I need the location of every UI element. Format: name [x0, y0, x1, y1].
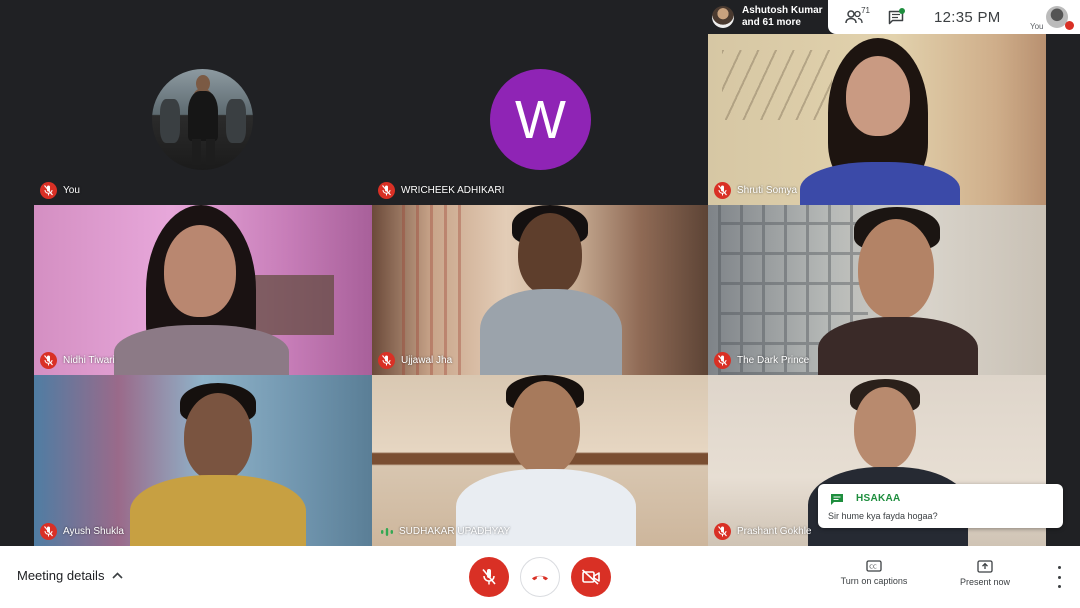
- mic-off-icon: [714, 352, 731, 369]
- tile-name-label: Shruti Somya: [714, 182, 797, 199]
- presenter-more: and 61 more: [742, 17, 801, 28]
- participant-tile-shruti[interactable]: Shruti Somya: [708, 34, 1046, 205]
- presenter-avatar: [712, 6, 734, 28]
- self-label: You: [1030, 22, 1044, 31]
- present-label: Present now: [959, 577, 1011, 587]
- mic-off-icon: [714, 182, 731, 199]
- chat-button[interactable]: [880, 1, 912, 33]
- present-icon: [977, 560, 993, 573]
- presenter-name: Ashutosh Kumar: [742, 5, 823, 16]
- more-vert-icon: [1057, 566, 1061, 569]
- participant-name: You: [63, 185, 80, 196]
- tile-name-label: The Dark Prince: [714, 352, 809, 369]
- meeting-details-button[interactable]: Meeting details: [17, 568, 124, 583]
- tile-name-label: Nidhi Tiwari: [40, 352, 115, 369]
- meeting-details-label: Meeting details: [17, 568, 105, 583]
- mic-toggle-button[interactable]: [469, 557, 509, 597]
- audio-level-icon: [378, 523, 395, 540]
- participant-tile-you[interactable]: You: [34, 34, 372, 205]
- participant-name: Shruti Somya: [737, 185, 798, 196]
- clock: 12:35 PM: [934, 8, 1001, 26]
- mic-off-icon: [482, 568, 496, 585]
- present-now-button[interactable]: Present now: [940, 560, 1030, 587]
- chat-message-text: Sir hume kya fayda hogaa?: [828, 511, 938, 521]
- svg-text:CC: CC: [869, 565, 877, 571]
- participant-name: Prashant Gokhle: [737, 526, 812, 537]
- tile-name-label: WRICHEEK ADHIKARI: [378, 182, 504, 199]
- chat-sender: HSAKAA: [856, 493, 901, 504]
- participant-tile-ayush[interactable]: Ayush Shukla: [34, 375, 372, 546]
- bottom-control-bar: Meeting details CC Turn on captions Pres…: [0, 546, 1080, 608]
- mic-off-icon: [714, 523, 731, 540]
- mic-off-icon: [378, 182, 395, 199]
- self-view-button[interactable]: You: [1026, 2, 1078, 32]
- captions-icon: CC: [866, 560, 882, 572]
- tile-name-label: You: [40, 182, 80, 199]
- letter-avatar: W: [490, 69, 591, 170]
- hangup-icon: [532, 575, 548, 581]
- mic-off-icon: [378, 352, 395, 369]
- chat-message-toast[interactable]: HSAKAA Sir hume kya fayda hogaa?: [818, 484, 1063, 528]
- presenter-indicator: Ashutosh Kumar and 61 more: [706, 0, 828, 34]
- tile-name-label: SUDHAKAR UPADHYAY: [378, 523, 510, 540]
- mic-off-icon: [40, 352, 57, 369]
- presenter-names: Ashutosh Kumar and 61 more: [742, 5, 823, 29]
- captions-label: Turn on captions: [840, 576, 908, 586]
- participant-tile-dark-prince[interactable]: The Dark Prince: [708, 205, 1046, 375]
- participant-avatar: [152, 69, 253, 170]
- tile-name-label: Prashant Gokhle: [714, 523, 812, 540]
- participant-name: The Dark Prince: [737, 355, 810, 366]
- participant-tile-wricheek[interactable]: W WRICHEEK ADHIKARI: [372, 34, 708, 205]
- chat-unread-dot: [899, 8, 905, 14]
- meeting-toolbar: 71 12:35 PM You: [828, 0, 1080, 34]
- participant-count: 71: [861, 6, 870, 15]
- participant-name: Ayush Shukla: [63, 526, 124, 537]
- mic-off-icon: [40, 182, 57, 199]
- participant-name: SUDHAKAR UPADHYAY: [399, 526, 511, 537]
- chevron-up-icon: [112, 572, 124, 579]
- self-mic-off-badge: [1065, 21, 1074, 30]
- camera-off-icon: [581, 569, 600, 585]
- participant-tile-sudhakar[interactable]: SUDHAKAR UPADHYAY: [372, 375, 708, 546]
- top-bar: Ashutosh Kumar and 61 more 71 12:35 PM Y…: [706, 0, 1080, 34]
- tile-name-label: Ujjawal Jha: [378, 352, 452, 369]
- mic-off-icon: [40, 523, 57, 540]
- participant-name: Ujjawal Jha: [401, 355, 453, 366]
- participant-tile-nidhi[interactable]: Nidhi Tiwari: [34, 205, 372, 375]
- tile-name-label: Ayush Shukla: [40, 523, 124, 540]
- captions-button[interactable]: CC Turn on captions: [829, 560, 919, 586]
- leave-call-button[interactable]: [520, 557, 560, 597]
- chat-bubble-icon: [830, 493, 844, 511]
- camera-toggle-button[interactable]: [571, 557, 611, 597]
- more-options-button[interactable]: [1050, 566, 1068, 588]
- participant-name: WRICHEEK ADHIKARI: [401, 185, 505, 196]
- participant-name: Nidhi Tiwari: [63, 355, 115, 366]
- participant-tile-ujjawal[interactable]: Ujjawal Jha: [372, 205, 708, 375]
- participants-button[interactable]: 71: [838, 1, 870, 33]
